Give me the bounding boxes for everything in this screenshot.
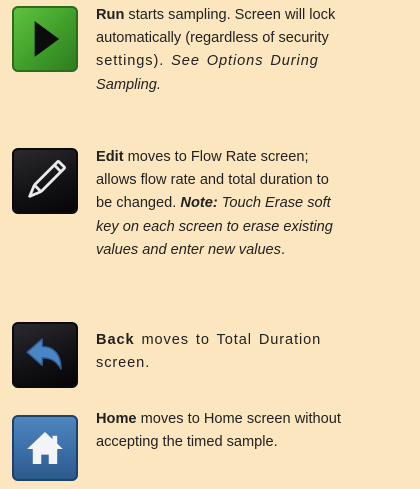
home-button[interactable]: [12, 415, 78, 481]
run-label: Run: [96, 7, 125, 23]
pencil-icon: [28, 160, 66, 198]
run-description: Run starts sampling. Screen will lock au…: [96, 7, 336, 93]
home-icon: [27, 432, 63, 464]
back-button[interactable]: [12, 322, 78, 388]
home-label: Home: [96, 411, 137, 427]
back-label: Back: [96, 332, 135, 348]
home-description: Home moves to Home screen without accept…: [96, 411, 341, 451]
run-button[interactable]: [12, 6, 78, 72]
play-icon: [34, 21, 60, 57]
edit-button[interactable]: [12, 148, 78, 214]
edit-description: Edit moves to Flow Rate screen; allows f…: [96, 149, 333, 258]
back-arrow-icon: [26, 338, 62, 370]
back-description: Back moves to Total Duration screen.: [96, 332, 322, 372]
edit-label: Edit: [96, 149, 124, 165]
